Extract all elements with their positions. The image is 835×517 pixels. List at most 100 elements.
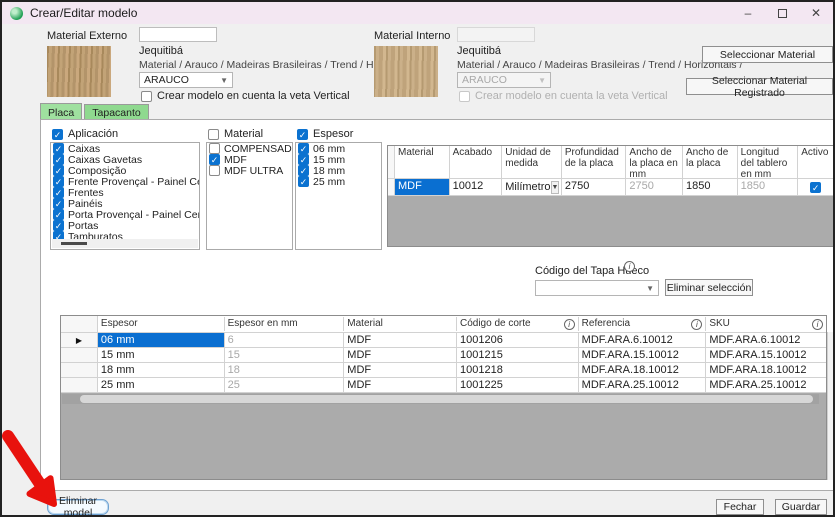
row-selector[interactable] xyxy=(61,378,98,392)
table-row[interactable]: 18 mm 18 MDF 1001218 MDF.ARA.18.10012 MD… xyxy=(61,363,826,378)
cell-acabado[interactable]: 10012 xyxy=(450,179,503,195)
espesores-grid: Espesor Espesor en mm Material Código de… xyxy=(60,315,827,480)
cell-ancho-mm: 2750 xyxy=(626,179,683,195)
cell-material[interactable]: MDF xyxy=(395,179,450,195)
aplicacion-checkbox[interactable] xyxy=(52,129,63,140)
info-icon[interactable] xyxy=(564,319,575,330)
eliminar-model-button[interactable]: Eliminar model xyxy=(47,499,109,515)
placa-grid-header: Material Acabado Unidad de medida Profun… xyxy=(388,146,833,179)
horizontal-scrollbar[interactable] xyxy=(62,394,819,404)
veta-vertical-interno-checkbox xyxy=(459,91,470,102)
list-item[interactable]: 25 mm xyxy=(296,176,381,187)
list-item[interactable]: COMPENSADO xyxy=(207,143,292,154)
list-item[interactable]: Frente Provençal - Painel Central/Trasei… xyxy=(51,176,199,187)
eliminar-seleccion-button[interactable]: Eliminar selección xyxy=(665,279,753,296)
item-checkbox[interactable] xyxy=(209,143,220,154)
aplicacion-listbox: Caixas Caixas Gavetas Composição Frente … xyxy=(50,142,200,250)
info-icon[interactable] xyxy=(812,319,823,330)
aplicacion-toggle-row[interactable]: Aplicación xyxy=(52,128,118,140)
list-item[interactable]: Portas xyxy=(51,220,199,231)
activo-checkbox[interactable] xyxy=(810,182,821,193)
material-externo-label: Material Externo xyxy=(47,30,127,42)
horizontal-scrollbar[interactable] xyxy=(52,239,198,248)
chevron-down-icon[interactable]: ▼ xyxy=(551,181,560,194)
item-checkbox[interactable] xyxy=(209,154,220,165)
material-interno-label: Material Interno xyxy=(374,30,450,42)
item-checkbox[interactable] xyxy=(53,176,64,187)
list-item[interactable]: Composição xyxy=(51,165,199,176)
item-checkbox[interactable] xyxy=(298,143,309,154)
list-item[interactable]: MDF xyxy=(207,154,292,165)
material-externo-code-input[interactable] xyxy=(139,27,217,42)
info-icon[interactable] xyxy=(624,261,635,272)
material-interno-name: Jequitibá xyxy=(457,45,501,57)
cell-activo[interactable] xyxy=(798,179,833,195)
list-item[interactable]: Caixas xyxy=(51,143,199,154)
material-interno-swatch[interactable] xyxy=(374,46,438,97)
list-item[interactable]: Frentes xyxy=(51,187,199,198)
material-externo-brand-dropdown[interactable]: ARAUCO ▼ xyxy=(139,72,233,88)
item-checkbox[interactable] xyxy=(53,187,64,198)
material-externo-swatch[interactable] xyxy=(47,46,111,97)
placa-grid: Material Acabado Unidad de medida Profun… xyxy=(387,145,834,247)
item-checkbox[interactable] xyxy=(53,220,64,231)
item-checkbox[interactable] xyxy=(53,165,64,176)
cell-longitud: 1850 xyxy=(738,179,799,195)
info-icon[interactable] xyxy=(691,319,702,330)
item-checkbox[interactable] xyxy=(298,165,309,176)
current-row-arrow-icon: ▶ xyxy=(76,336,82,345)
dialog-crear-editar-modelo: Crear/Editar modelo – ✕ Material Externo… xyxy=(0,0,835,517)
chevron-down-icon: ▼ xyxy=(646,284,654,293)
list-item[interactable]: Painéis xyxy=(51,198,199,209)
table-row[interactable]: 25 mm 25 MDF 1001225 MDF.ARA.25.10012 MD… xyxy=(61,378,826,393)
close-icon[interactable]: ✕ xyxy=(799,2,833,24)
maximize-icon[interactable] xyxy=(765,2,799,24)
list-item[interactable]: MDF ULTRA xyxy=(207,165,292,176)
fechar-button[interactable]: Fechar xyxy=(716,499,764,515)
veta-vertical-externo-row[interactable]: Crear modelo en cuenta la veta Vertical xyxy=(141,90,350,102)
seleccionar-material-button[interactable]: Seleccionar Material xyxy=(702,46,833,63)
guardar-button[interactable]: Guardar xyxy=(775,499,827,515)
item-checkbox[interactable] xyxy=(53,198,64,209)
row-selector[interactable]: ▶ xyxy=(61,333,98,347)
minimize-icon[interactable]: – xyxy=(731,2,765,24)
cell-unidad-combo[interactable]: Milímetro ▼ xyxy=(502,179,562,195)
espesor-toggle-row[interactable]: Espesor xyxy=(297,128,353,140)
cell-profundidad[interactable]: 2750 xyxy=(562,179,627,195)
placa-grid-row[interactable]: MDF 10012 Milímetro ▼ 2750 2750 1850 185… xyxy=(388,179,833,196)
tab-strip: Placa Tapacanto xyxy=(40,104,149,120)
seleccionar-material-registrado-button[interactable]: Seleccionar Material Registrado xyxy=(686,78,833,95)
tapa-hueco-dropdown[interactable]: ▼ xyxy=(535,280,659,296)
veta-vertical-externo-checkbox[interactable] xyxy=(141,91,152,102)
list-item[interactable]: 18 mm xyxy=(296,165,381,176)
list-item[interactable]: 06 mm xyxy=(296,143,381,154)
item-checkbox[interactable] xyxy=(53,209,64,220)
list-item[interactable]: Porta Provençal - Painel Central/Traseir… xyxy=(51,209,199,220)
item-checkbox[interactable] xyxy=(298,176,309,187)
item-checkbox[interactable] xyxy=(53,154,64,165)
material-interno-code-input xyxy=(457,27,535,42)
espesores-grid-header: Espesor Espesor en mm Material Código de… xyxy=(61,316,826,333)
tab-placa[interactable]: Placa xyxy=(40,103,82,120)
espesor-listbox: 06 mm 15 mm 18 mm 25 mm xyxy=(295,142,382,250)
espesor-checkbox[interactable] xyxy=(297,129,308,140)
vertical-scrollbar[interactable] xyxy=(827,332,834,480)
tab-tapacanto[interactable]: Tapacanto xyxy=(84,104,148,120)
table-row[interactable]: 15 mm 15 MDF 1001215 MDF.ARA.15.10012 MD… xyxy=(61,348,826,363)
chevron-down-icon: ▼ xyxy=(220,76,228,85)
material-toggle-row[interactable]: Material xyxy=(208,128,263,140)
list-item[interactable]: 15 mm xyxy=(296,154,381,165)
item-checkbox[interactable] xyxy=(53,143,64,154)
veta-vertical-interno-row: Crear modelo en cuenta la veta Vertical xyxy=(459,90,668,102)
item-checkbox[interactable] xyxy=(209,165,220,176)
table-row[interactable]: ▶ 06 mm 6 MDF 1001206 MDF.ARA.6.10012 MD… xyxy=(61,333,826,348)
cell-ancho[interactable]: 1850 xyxy=(683,179,738,195)
row-selector[interactable] xyxy=(61,363,98,377)
material-interno-brand-dropdown: ARAUCO ▼ xyxy=(457,72,551,88)
row-selector[interactable] xyxy=(61,348,98,362)
material-checkbox[interactable] xyxy=(208,129,219,140)
item-checkbox[interactable] xyxy=(298,154,309,165)
material-listbox: COMPENSADO MDF MDF ULTRA xyxy=(206,142,293,250)
titlebar: Crear/Editar modelo – ✕ xyxy=(2,2,833,24)
list-item[interactable]: Caixas Gavetas xyxy=(51,154,199,165)
